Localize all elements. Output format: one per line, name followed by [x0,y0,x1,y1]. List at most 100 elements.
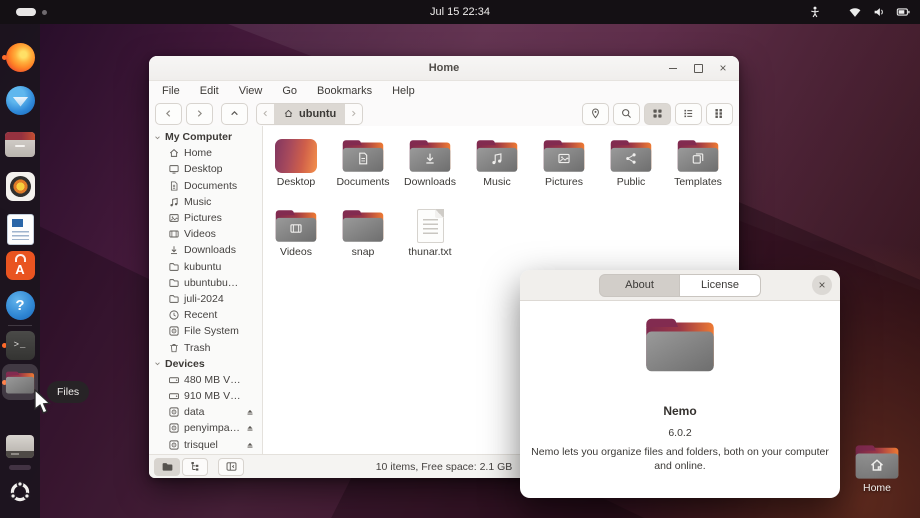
folder-icon [341,204,385,244]
file-item-thunar-txt[interactable]: thunar.txt [404,204,456,274]
music-icon [168,196,180,208]
menu-file[interactable]: File [152,81,190,100]
sidebar-item-kubuntu[interactable]: kubuntu [149,259,262,275]
dialog-close-button[interactable]: × [812,275,832,295]
dock-item-files[interactable] [5,128,35,158]
sidebar-item-trisquel[interactable]: trisquel [149,437,262,453]
dock-item-terminal[interactable]: >_ [5,330,35,360]
sidebar-item-label: Recent [184,309,217,321]
sidebar-item-910mb-volume[interactable]: 910 MB V… [149,388,262,404]
minimize-button[interactable] [667,62,679,74]
toggle-sidebar-button[interactable] [218,458,244,476]
file-label: Music [483,176,510,188]
dock-item-firefox[interactable] [5,42,35,72]
eject-button[interactable] [245,423,255,433]
sidebar-item-label: Pictures [184,212,222,224]
battery-icon[interactable] [896,5,910,19]
emblem-music-icon [491,152,504,165]
terminal-icon: >_ [6,331,35,360]
menu-go[interactable]: Go [272,81,307,100]
ubuntu-software-icon: A [6,251,35,280]
file-item-desktop[interactable]: Desktop [270,134,322,204]
sidebar-item-videos[interactable]: Videos [149,226,262,242]
titlebar[interactable]: Home × [149,56,739,81]
disk-icon [168,422,180,434]
file-item-downloads[interactable]: Downloads [404,134,456,204]
dock-item-ubuntu-software[interactable]: A [5,250,35,280]
sidebar-item-recent[interactable]: Recent [149,307,262,323]
dock-item-disks[interactable] [5,431,35,461]
menu-edit[interactable]: Edit [190,81,229,100]
maximize-button[interactable] [692,62,704,74]
sidebar-item-desktop[interactable]: Desktop [149,161,262,177]
sidebar-item-music[interactable]: Music [149,194,262,210]
eject-button[interactable] [245,407,255,417]
sidebar-item-pictures[interactable]: Pictures [149,210,262,226]
folder-icon [676,134,720,174]
sidebar-item-480mb-volume[interactable]: 480 MB V… [149,372,262,388]
icon-view-button[interactable] [644,103,671,125]
up-button[interactable] [221,103,248,125]
desktop-home-icon[interactable]: Home [851,443,903,494]
chevron-left-icon [162,107,175,120]
list-view-button[interactable] [675,103,702,125]
sidebar-item-label: File System [184,325,239,337]
tab-license[interactable]: License [680,274,761,297]
sidebar-item-ubuntubu[interactable]: ubuntubu… [149,275,262,291]
back-button[interactable] [155,103,182,125]
menu-bookmarks[interactable]: Bookmarks [307,81,382,100]
sidebar-item-penyimpanan[interactable]: penyimpa… [149,420,262,436]
sidebar-item-downloads[interactable]: Downloads [149,242,262,258]
sidebar-item-documents[interactable]: Documents [149,178,262,194]
search-button[interactable] [613,103,640,125]
dock-item-help[interactable]: ? [5,290,35,320]
menu-help[interactable]: Help [382,81,425,100]
sidebar-section-devices[interactable]: Devices [149,356,262,372]
accessibility-icon[interactable] [808,5,822,19]
file-item-pictures[interactable]: Pictures [538,134,590,204]
compact-view-button[interactable] [706,103,733,125]
dialog-header[interactable]: About License × [520,270,840,301]
sidebar-item-file-system[interactable]: File System [149,323,262,339]
dock-item-ubuntu-desktop[interactable] [5,477,35,507]
sidebar-item-data[interactable]: data [149,404,262,420]
video-icon [168,228,180,240]
breadcrumb-back-arrow[interactable] [257,104,274,124]
disks-icon [6,435,34,458]
trash-icon [168,342,180,354]
menu-view[interactable]: View [229,81,273,100]
breadcrumb-forward-arrow[interactable] [345,104,362,124]
breadcrumb-segment-home[interactable]: ubuntu [274,104,345,124]
dock-item-libreoffice-writer[interactable] [5,214,35,244]
file-item-videos[interactable]: Videos [270,204,322,274]
volume-icon[interactable] [872,5,886,19]
dock-item-thunderbird[interactable] [5,85,35,115]
disk-icon [168,439,180,451]
panel-clock[interactable]: Jul 15 22:34 [0,0,920,24]
sidebar-item-trash[interactable]: Trash [149,339,262,355]
file-item-documents[interactable]: Documents [337,134,389,204]
places-sidebar-button[interactable] [154,458,180,476]
sidebar-item-home[interactable]: Home [149,145,262,161]
harddisk-icon [168,390,180,402]
eject-button[interactable] [245,440,255,450]
file-item-templates[interactable]: Templates [672,134,724,204]
tab-about[interactable]: About [599,274,680,297]
sidebar-section-my-computer[interactable]: My Computer [149,129,262,145]
file-item-public[interactable]: Public [605,134,657,204]
file-item-snap[interactable]: snap [337,204,389,274]
section-label: Devices [165,358,205,370]
sidebar-item-juli-2024[interactable]: juli-2024 [149,291,262,307]
emblem-picture-icon [558,152,571,165]
location-toggle-button[interactable] [582,103,609,125]
sidebar-item-label: Downloads [184,244,236,256]
file-item-music[interactable]: Music [471,134,523,204]
file-label: Desktop [277,176,316,188]
system-status-area[interactable] [808,0,910,24]
treeview-sidebar-button[interactable] [182,458,208,476]
wifi-icon[interactable] [848,5,862,19]
forward-button[interactable] [186,103,213,125]
close-button[interactable]: × [717,62,729,74]
dock-item-rhythmbox[interactable] [5,171,35,201]
dock-separator [8,325,32,326]
